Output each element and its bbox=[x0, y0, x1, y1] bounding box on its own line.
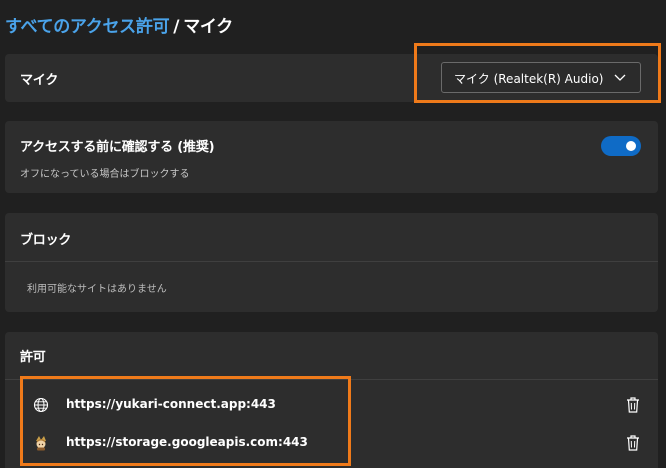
microphone-device-value: マイク (Realtek(R) Audio) bbox=[454, 72, 604, 86]
allow-section-title: 許可 bbox=[20, 350, 46, 365]
list-item: https://storage.googleapis.com:443 bbox=[5, 425, 658, 461]
site-url[interactable]: https://storage.googleapis.com:443 bbox=[66, 435, 308, 449]
block-empty-message: 利用可能なサイトはありません bbox=[27, 284, 167, 295]
character-favicon-icon bbox=[36, 436, 46, 451]
trash-icon[interactable] bbox=[625, 434, 641, 452]
page-title: マイク bbox=[183, 17, 233, 37]
chevron-down-icon bbox=[614, 74, 626, 81]
breadcrumb: すべてのアクセス許可 / マイク bbox=[5, 12, 233, 37]
breadcrumb-separator: / bbox=[173, 17, 180, 37]
globe-icon bbox=[33, 397, 49, 413]
toggle-knob bbox=[626, 141, 636, 151]
ask-before-access-description: オフになっている場合はブロックする bbox=[20, 169, 190, 180]
list-item: https://yukari-connect.app:443 bbox=[5, 387, 658, 423]
block-section-title: ブロック bbox=[20, 233, 72, 248]
allow-divider bbox=[5, 379, 658, 380]
block-card: ブロック 利用可能なサイトはありません bbox=[5, 213, 658, 312]
ask-before-access-label: アクセスする前に確認する (推奨) bbox=[20, 140, 215, 155]
block-divider bbox=[5, 261, 658, 262]
breadcrumb-all-permissions-link[interactable]: すべてのアクセス許可 bbox=[5, 17, 170, 37]
trash-icon[interactable] bbox=[625, 396, 641, 414]
ask-before-access-card: アクセスする前に確認する (推奨) オフになっている場合はブロックする bbox=[5, 121, 658, 193]
ask-before-access-toggle[interactable] bbox=[601, 136, 641, 156]
microphone-label: マイク bbox=[20, 73, 59, 88]
site-url[interactable]: https://yukari-connect.app:443 bbox=[66, 397, 276, 411]
microphone-device-select[interactable]: マイク (Realtek(R) Audio) bbox=[441, 62, 641, 93]
